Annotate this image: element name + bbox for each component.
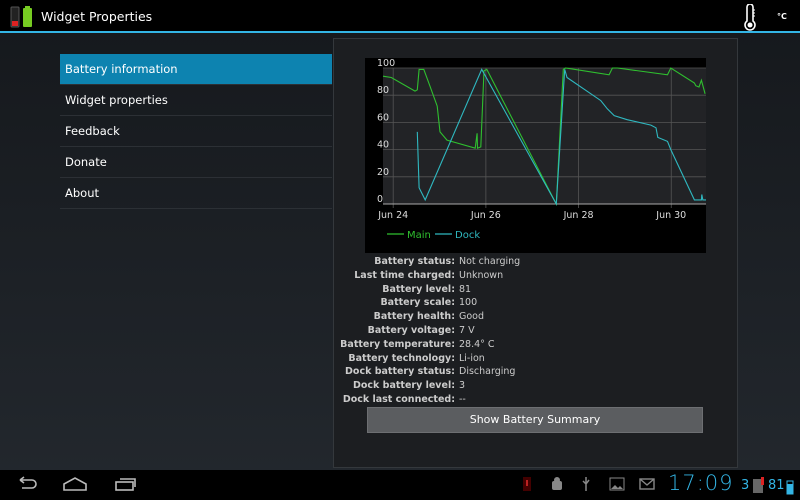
- info-label: Dock last connected:: [342, 393, 455, 405]
- action-bar: Widget Properties °C: [0, 0, 800, 33]
- info-row: Battery temperature: 28.4° C: [334, 338, 739, 352]
- info-row: Dock battery status: Discharging: [334, 365, 739, 379]
- android-debug-icon: [552, 477, 562, 490]
- info-value: Discharging: [459, 366, 516, 378]
- info-label: Battery level:: [382, 283, 455, 295]
- battery-icon: [786, 480, 794, 495]
- info-value: --: [459, 393, 466, 405]
- battery-app-icon: [10, 6, 32, 28]
- x-tick-label: Jun 24: [377, 210, 408, 221]
- info-row: Battery level: 81: [334, 283, 739, 297]
- menu-item-widget-properties[interactable]: Widget properties: [60, 85, 332, 116]
- settings-menu: Battery information Widget properties Fe…: [60, 54, 332, 209]
- legend-label-main: Main: [407, 230, 431, 241]
- home-icon[interactable]: [62, 476, 88, 492]
- battery-info-panel: 0 20 40 60 80 100 Jun 24 Jun 26 Jun 28 Jun 30 Main…: [333, 38, 738, 468]
- show-battery-summary-button[interactable]: Show Battery Summary: [367, 407, 703, 433]
- info-row: Battery voltage: 7 V: [334, 324, 739, 338]
- y-tick-label: 0: [377, 194, 383, 205]
- menu-item-donate[interactable]: Donate: [60, 147, 332, 178]
- y-tick-label: 40: [377, 140, 389, 151]
- info-value: Li-ion: [459, 352, 485, 364]
- info-label: Battery temperature:: [340, 338, 455, 350]
- info-value: Unknown: [459, 269, 504, 281]
- info-value: 81: [459, 283, 472, 295]
- thermometer-icon[interactable]: [742, 4, 758, 32]
- info-row: Battery health: Good: [334, 310, 739, 324]
- recent-apps-icon[interactable]: [114, 476, 138, 492]
- menu-item-about[interactable]: About: [60, 178, 332, 209]
- battery-info-list: Battery status: Not charging Last time cha…: [334, 255, 739, 407]
- info-value: Not charging: [459, 256, 521, 267]
- info-row: Battery status: Not charging: [334, 255, 739, 269]
- info-label: Dock battery level:: [353, 380, 455, 392]
- menu-item-battery-information[interactable]: Battery information: [60, 54, 332, 85]
- x-tick-label: Jun 30: [655, 210, 686, 221]
- dock-battery-icon: [753, 477, 764, 493]
- chart-svg: 0 20 40 60 80 100 Jun 24 Jun 26 Jun 28 Jun 30 Main…: [377, 58, 706, 241]
- dock-battery-level: 3: [741, 478, 750, 493]
- y-tick-label: 60: [377, 112, 389, 123]
- image-notification-icon: [609, 477, 625, 491]
- app-title: Widget Properties: [41, 9, 153, 24]
- info-row: Dock last connected: --: [334, 393, 739, 407]
- battery-history-chart: 0 20 40 60 80 100 Jun 24 Jun 26 Jun 28 Jun 30 Main…: [365, 58, 706, 253]
- temperature-unit-toggle[interactable]: °C: [777, 12, 787, 21]
- info-label: Battery technology:: [348, 352, 455, 364]
- menu-item-feedback[interactable]: Feedback: [60, 116, 332, 147]
- info-label: Last time charged:: [354, 269, 455, 281]
- y-tick-label: 100: [377, 58, 395, 69]
- info-row: Battery scale: 100: [334, 296, 739, 310]
- info-value: 100: [459, 297, 478, 309]
- x-tick-label: Jun 28: [563, 210, 594, 221]
- info-label: Battery health:: [373, 311, 455, 323]
- info-value: Good: [459, 311, 485, 323]
- info-value: 3: [459, 380, 466, 392]
- battery-level-status: 81: [768, 478, 785, 493]
- mail-icon: [639, 478, 655, 490]
- info-value: 28.4° C: [459, 338, 495, 350]
- info-label: Battery status:: [374, 256, 455, 267]
- y-tick-label: 20: [377, 167, 389, 178]
- x-tick-label: Jun 26: [470, 210, 501, 221]
- usb-icon: [582, 477, 590, 491]
- info-row: Last time charged: Unknown: [334, 269, 739, 283]
- battery-alert-icon: [523, 477, 531, 491]
- info-label: Battery voltage:: [367, 324, 455, 336]
- info-label: Battery scale:: [380, 297, 455, 309]
- y-tick-label: 80: [377, 85, 389, 96]
- info-row: Dock battery level: 3: [334, 379, 739, 393]
- status-clock: 17:09: [668, 471, 734, 495]
- info-label: Dock battery status:: [345, 366, 455, 378]
- legend-label-dock: Dock: [455, 230, 480, 241]
- back-icon[interactable]: [14, 476, 38, 492]
- info-row: Battery technology: Li-ion: [334, 352, 739, 366]
- info-value: 7 V: [459, 324, 475, 336]
